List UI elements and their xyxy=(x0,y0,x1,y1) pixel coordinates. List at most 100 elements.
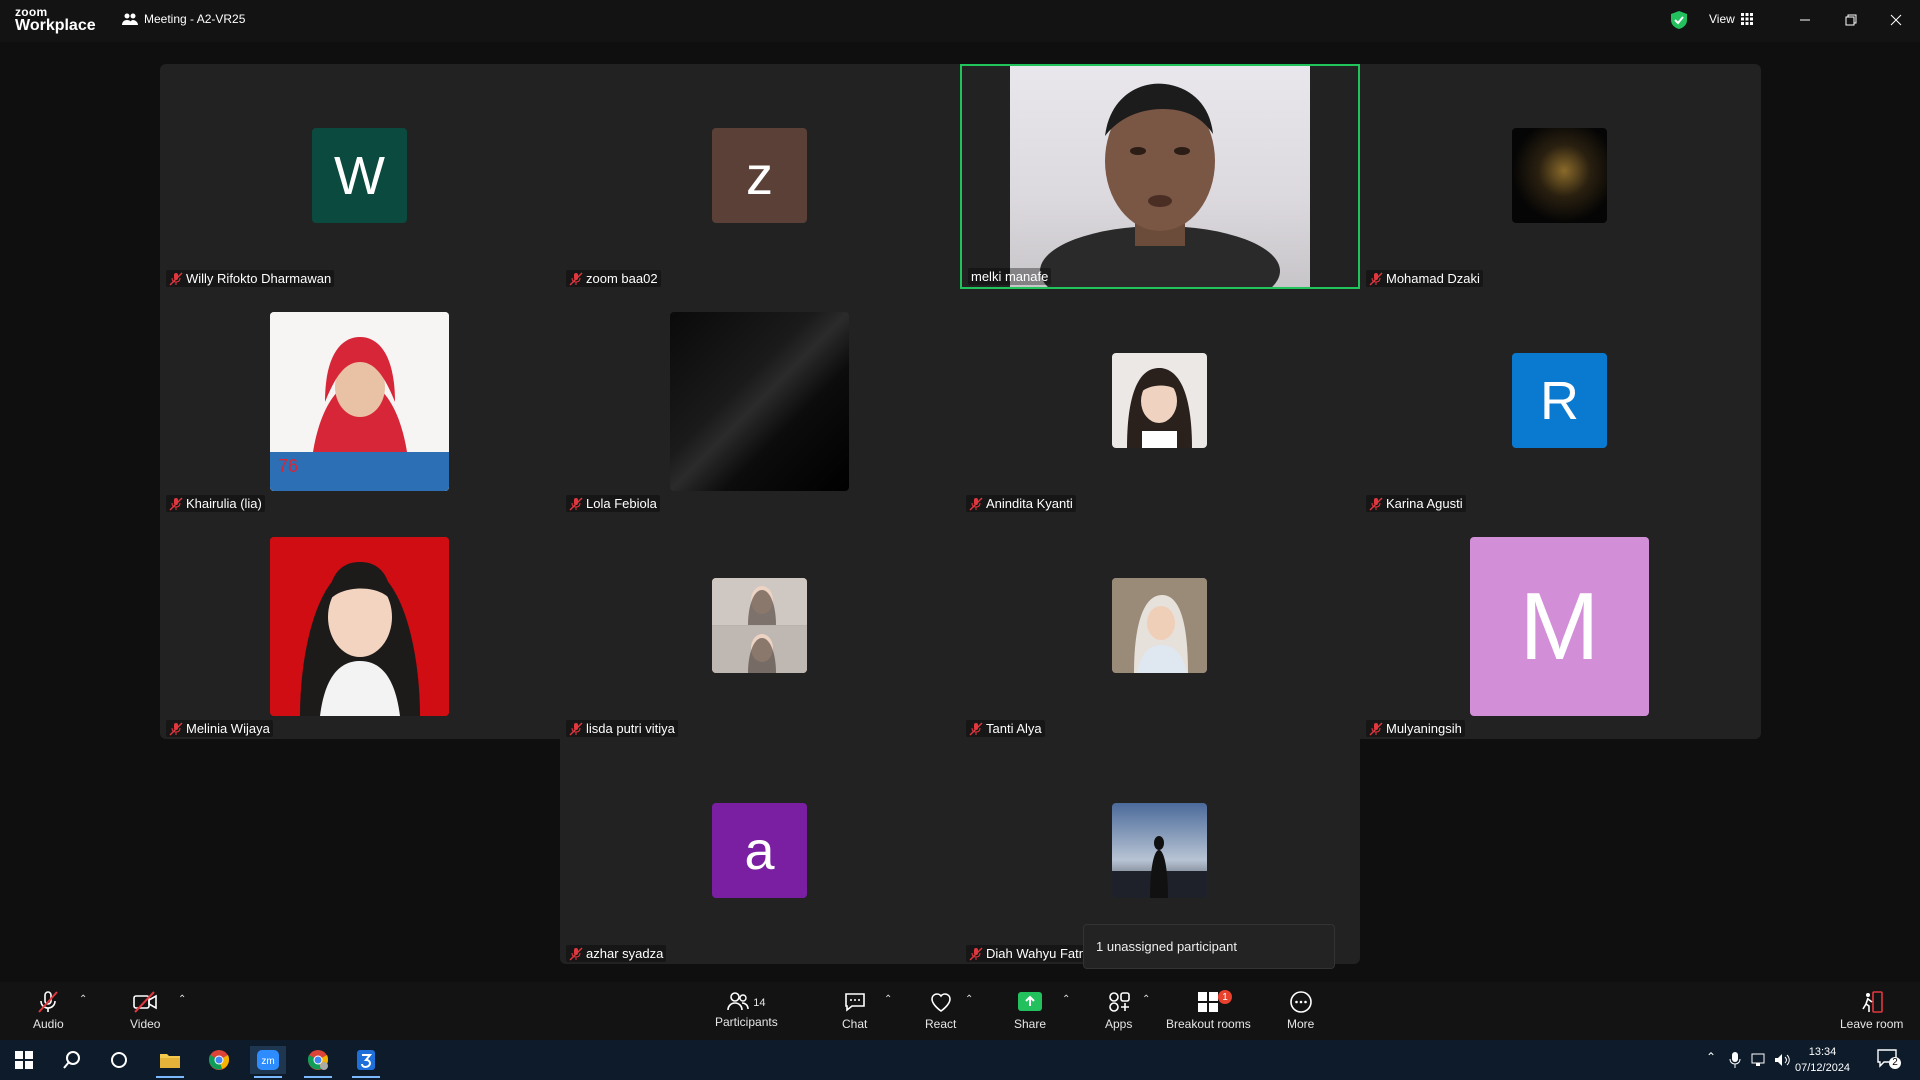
mic-muted-icon xyxy=(1369,722,1383,735)
participant-tile[interactable]: a azhar syadza xyxy=(560,739,960,964)
volume-tray-icon[interactable] xyxy=(1773,1051,1791,1069)
network-tray-icon[interactable] xyxy=(1750,1051,1768,1069)
participant-tile[interactable]: Tanti Alya xyxy=(960,514,1360,739)
participant-name-label: zoom baa02 xyxy=(566,270,661,287)
start-button[interactable] xyxy=(6,1046,42,1074)
view-button[interactable]: View xyxy=(1709,12,1753,26)
chat-label: Chat xyxy=(842,1017,868,1031)
active-speaker-tile[interactable]: melki manafe xyxy=(960,64,1360,289)
participant-tile[interactable]: Anindita Kyanti xyxy=(960,289,1360,514)
video-options-caret-icon[interactable]: ⌃ xyxy=(178,994,186,1005)
close-icon xyxy=(1890,14,1902,26)
more-label: More xyxy=(1287,1017,1315,1031)
chat-button[interactable]: Chat xyxy=(842,990,867,1031)
participants-count: 14 xyxy=(753,996,766,1009)
participant-tile[interactable]: 76 Khairulia (lia) xyxy=(160,289,560,514)
breakout-rooms-button[interactable]: Breakout rooms xyxy=(1166,990,1251,1031)
restore-button[interactable] xyxy=(1839,8,1863,32)
leave-room-label: Leave room xyxy=(1840,1017,1904,1031)
person-video-figure xyxy=(1040,83,1280,287)
mic-muted-icon xyxy=(569,272,583,285)
participant-name: Karina Agusti xyxy=(1386,496,1463,511)
apps-label: Apps xyxy=(1105,1017,1133,1031)
notifications-button[interactable]: 2 xyxy=(1876,1048,1902,1072)
participant-avatar: M xyxy=(1470,537,1649,716)
share-options-caret-icon[interactable]: ⌃ xyxy=(1062,994,1070,1005)
heart-react-icon xyxy=(930,993,951,1012)
video-off-icon xyxy=(133,991,158,1013)
taskbar-file-explorer[interactable] xyxy=(152,1046,188,1078)
taskbar-clock[interactable]: 13:34 07/12/2024 xyxy=(1795,1044,1850,1076)
participant-name-label: azhar syadza xyxy=(566,945,667,962)
more-button[interactable]: More xyxy=(1287,990,1314,1031)
participant-video xyxy=(1010,66,1310,287)
participant-tile[interactable]: Lola Febiola xyxy=(560,289,960,514)
show-hidden-icons-icon[interactable]: ⌃ xyxy=(1706,1050,1716,1064)
participant-avatar: z xyxy=(712,128,807,223)
participant-avatar: R xyxy=(1512,353,1607,448)
mic-muted-icon xyxy=(169,272,183,285)
participant-name: melki manafe xyxy=(971,269,1049,284)
taskbar-app-three[interactable] xyxy=(348,1046,384,1078)
participant-name-label: Tanti Alya xyxy=(966,720,1045,737)
svg-text:zm: zm xyxy=(261,1056,274,1067)
participant-tile[interactable]: R Karina Agusti xyxy=(1360,289,1760,514)
participant-name: Tanti Alya xyxy=(986,721,1042,736)
mic-muted-icon xyxy=(1369,272,1383,285)
apps-icon xyxy=(1108,992,1130,1012)
video-button[interactable]: Video xyxy=(130,990,160,1031)
mic-muted-icon xyxy=(169,722,183,735)
meeting-controls: Audio ⌃ Video ⌃ 14 Participants Chat ⌃ R… xyxy=(0,982,1920,1040)
leave-room-button[interactable]: Leave room xyxy=(1840,990,1903,1031)
apps-options-caret-icon[interactable]: ⌃ xyxy=(1142,994,1150,1005)
participant-name-label: Melinia Wijaya xyxy=(166,720,273,737)
participant-tile[interactable]: W Willy Rifokto Dharmawan xyxy=(160,64,560,289)
participant-name-label: Anindita Kyanti xyxy=(966,495,1076,512)
participant-tile[interactable]: z zoom baa02 xyxy=(560,64,960,289)
participant-name-label: Diah Wahyu Fatm xyxy=(966,945,1093,962)
meeting-title[interactable]: Meeting - A2-VR25 xyxy=(122,12,245,26)
participants-button[interactable]: 14 Participants xyxy=(715,990,778,1029)
encryption-shield-icon[interactable] xyxy=(1671,11,1687,29)
close-button[interactable] xyxy=(1884,8,1908,32)
microphone-tray-icon[interactable] xyxy=(1729,1051,1741,1069)
taskbar-chrome-profile[interactable] xyxy=(300,1046,336,1078)
logo-workplace-text: Workplace xyxy=(15,17,96,34)
mic-muted-icon xyxy=(569,497,583,510)
participant-tile[interactable]: lisda putri vitiya xyxy=(560,514,960,739)
minimize-button[interactable] xyxy=(1793,8,1817,32)
participant-tile[interactable]: Melinia Wijaya xyxy=(160,514,560,739)
chat-options-caret-icon[interactable]: ⌃ xyxy=(884,994,892,1005)
meeting-people-icon xyxy=(122,13,138,25)
title-bar: zoom Workplace Meeting - A2-VR25 View xyxy=(0,0,1920,42)
participant-tile[interactable]: M Mulyaningsih xyxy=(1360,514,1760,739)
participant-name-label: Khairulia (lia) xyxy=(166,495,265,512)
share-button[interactable]: Share xyxy=(1014,990,1046,1031)
participant-name: Melinia Wijaya xyxy=(186,721,270,736)
cortana-circle-icon xyxy=(111,1052,127,1068)
participant-avatar: W xyxy=(312,128,407,223)
participants-icon xyxy=(727,992,750,1011)
mic-muted-icon xyxy=(569,947,583,960)
taskbar-zoom[interactable]: zm xyxy=(250,1046,286,1078)
taskbar-search-button[interactable] xyxy=(54,1046,90,1074)
participant-avatar-photo xyxy=(1112,353,1207,448)
participant-name: Mohamad Dzaki xyxy=(1386,271,1480,286)
participant-name: Willy Rifokto Dharmawan xyxy=(186,271,332,286)
audio-button[interactable]: Audio xyxy=(33,990,64,1031)
zoom-app-icon: zm xyxy=(257,1050,279,1070)
participants-label: Participants xyxy=(715,1015,778,1029)
react-options-caret-icon[interactable]: ⌃ xyxy=(965,994,973,1005)
audio-options-caret-icon[interactable]: ⌃ xyxy=(79,994,87,1005)
participant-tile[interactable]: Mohamad Dzaki xyxy=(1360,64,1760,289)
person-photo-figure xyxy=(712,578,807,673)
task-view-button[interactable] xyxy=(101,1046,137,1074)
breakout-rooms-icon xyxy=(1198,992,1219,1012)
participant-avatar-photo xyxy=(712,578,807,673)
apps-button[interactable]: Apps xyxy=(1105,990,1132,1031)
view-label: View xyxy=(1709,12,1735,26)
mic-muted-icon xyxy=(38,991,59,1013)
taskbar-chrome[interactable] xyxy=(201,1046,237,1074)
react-button[interactable]: React xyxy=(925,990,956,1031)
participant-avatar-photo xyxy=(1512,128,1607,223)
